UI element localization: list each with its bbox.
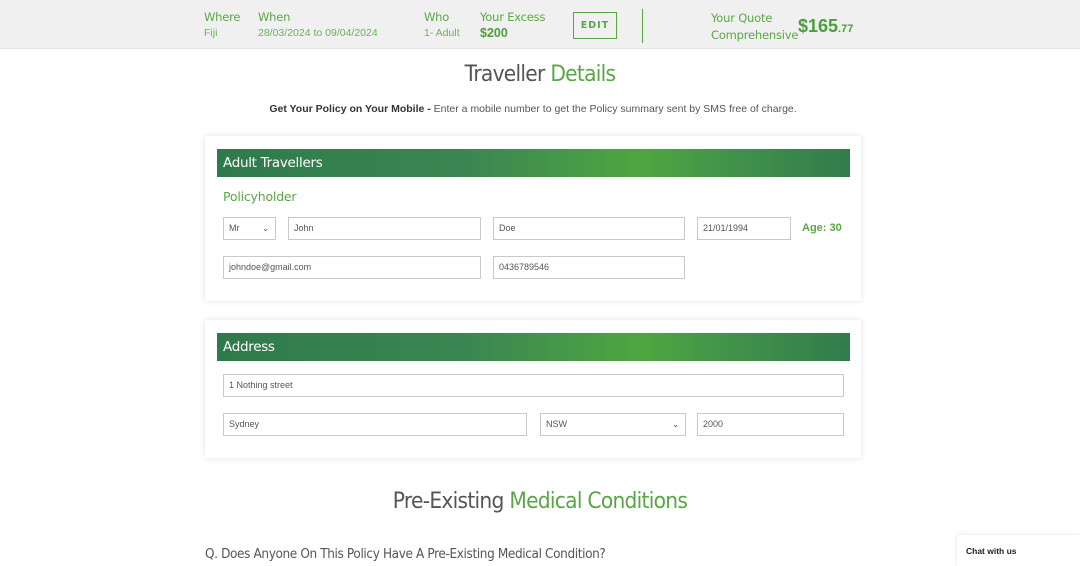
medical-title-plain: Pre-Existing (392, 489, 505, 514)
adult-travellers-header: Adult Travellers (217, 149, 850, 177)
excess-value: $200 (480, 26, 508, 40)
first-name-input[interactable]: John (288, 217, 481, 240)
medical-title-accent: Medical Conditions (509, 489, 688, 514)
quote-plan: Comprehensive (711, 28, 799, 42)
page-title: Traveller Details (43, 62, 1037, 87)
quote-label: Your Quote Comprehensive (711, 10, 798, 44)
who-label: Who (424, 10, 450, 24)
divider (642, 9, 643, 43)
quote-summary-bar: Where Fiji When 28/03/2024 to 09/04/2024… (0, 0, 1080, 49)
age-label: Age: 30 (802, 222, 842, 234)
title-select-value: Mr (229, 223, 240, 233)
email-input[interactable]: johndoe@gmail.com (223, 256, 481, 279)
quote-title: Your Quote (711, 11, 773, 25)
adult-travellers-card: Adult Travellers Policyholder Mr ⌄ John … (205, 136, 861, 301)
summary-when: When 28/03/2024 to 09/04/2024 (258, 10, 378, 41)
chevron-down-icon: ⌄ (262, 224, 269, 233)
street-input[interactable]: 1 Nothing street (223, 374, 844, 397)
mobile-prompt-bold: Get Your Policy on Your Mobile - (269, 103, 431, 115)
suburb-input[interactable]: Sydney (223, 413, 527, 436)
title-select[interactable]: Mr ⌄ (223, 217, 276, 240)
mobile-prompt: Get Your Policy on Your Mobile - Enter a… (0, 103, 1066, 115)
edit-button[interactable]: EDIT (573, 12, 617, 39)
state-select-value: NSW (546, 419, 567, 429)
quote-price: $165.77 (798, 16, 853, 37)
when-value: 28/03/2024 to 09/04/2024 (258, 27, 378, 39)
when-label: When (258, 10, 291, 24)
page-title-accent: Details (550, 62, 616, 87)
chat-with-us-button[interactable]: Chat with us (957, 535, 1080, 566)
summary-who: Who 1- Adult (424, 10, 460, 41)
chevron-down-icon: ⌄ (672, 420, 679, 429)
policyholder-label: Policyholder (223, 189, 297, 204)
where-value: Fiji (204, 27, 218, 39)
last-name-input[interactable]: Doe (493, 217, 685, 240)
postcode-input[interactable]: 2000 (697, 413, 844, 436)
where-label: Where (204, 10, 241, 24)
mobile-input[interactable]: 0436789546 (493, 256, 685, 279)
quote-price-dollars: $165 (798, 16, 839, 36)
quote-price-cents: .77 (838, 23, 854, 35)
medical-conditions-title: Pre-Existing Medical Conditions (43, 489, 1037, 514)
summary-where: Where Fiji (204, 10, 240, 41)
page-title-plain: Traveller (464, 62, 546, 87)
summary-excess: Your Excess $200 (480, 10, 545, 41)
excess-label: Your Excess (480, 10, 546, 24)
dob-input[interactable]: 21/01/1994 (697, 217, 791, 240)
mobile-prompt-text: Enter a mobile number to get the Policy … (430, 103, 797, 115)
state-select[interactable]: NSW ⌄ (540, 413, 686, 436)
who-value: 1- Adult (424, 27, 460, 39)
medical-condition-question: Q. Does Anyone On This Policy Have A Pre… (205, 547, 606, 562)
address-card: Address 1 Nothing street Sydney NSW ⌄ 20… (205, 320, 861, 458)
address-header: Address (217, 333, 850, 361)
